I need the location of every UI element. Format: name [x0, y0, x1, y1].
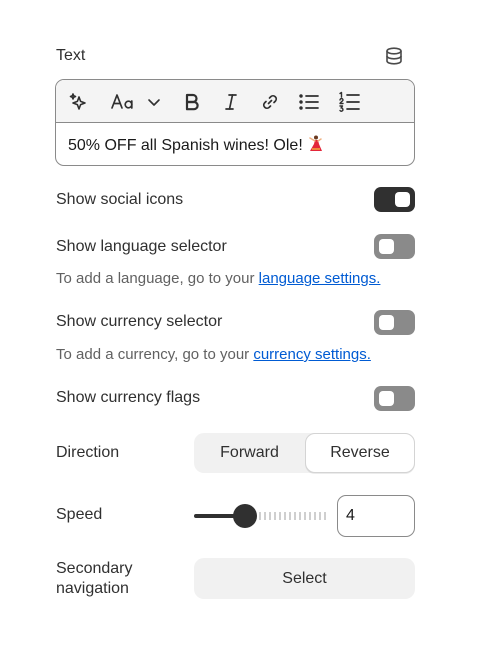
toggle-knob	[379, 239, 394, 254]
currency-help-prefix: To add a currency, go to your	[56, 346, 254, 363]
dancer-emoji	[307, 135, 323, 157]
secondary-navigation-select-button[interactable]: Select	[194, 558, 415, 599]
text-field-label: Text	[56, 47, 86, 64]
secondary-navigation-label: Secondary navigation	[56, 560, 133, 597]
speed-slider[interactable]	[194, 503, 328, 529]
toggle-knob	[379, 391, 394, 406]
language-selector-label: Show language selector	[56, 238, 227, 255]
link-icon[interactable]	[258, 90, 282, 114]
sparkle-icon[interactable]	[66, 90, 90, 114]
social-icons-label: Show social icons	[56, 191, 184, 208]
speed-input[interactable]	[337, 495, 415, 537]
speed-label: Speed	[56, 506, 103, 523]
direction-reverse-option[interactable]: Reverse	[305, 433, 415, 473]
currency-help-text: To add a currency, go to your currency s…	[56, 346, 371, 363]
currency-flags-label: Show currency flags	[56, 389, 201, 406]
editor-content[interactable]: 50% OFF all Spanish wines! Ole!	[68, 135, 323, 157]
language-selector-toggle[interactable]	[374, 234, 415, 259]
language-help-prefix: To add a language, go to your	[56, 270, 259, 287]
rich-text-editor: 50% OFF all Spanish wines! Ole!	[55, 79, 415, 166]
social-icons-toggle[interactable]	[374, 187, 415, 212]
language-help-text: To add a language, go to your language s…	[56, 270, 380, 287]
language-settings-link[interactable]: language settings.	[259, 270, 381, 287]
currency-settings-link[interactable]: currency settings.	[253, 346, 371, 363]
numbered-list-icon[interactable]	[337, 90, 361, 114]
slider-thumb[interactable]	[233, 504, 257, 528]
bullet-list-icon[interactable]	[297, 90, 321, 114]
toggle-knob	[395, 192, 410, 207]
direction-segmented-control: Forward Reverse	[194, 433, 415, 473]
currency-selector-label: Show currency selector	[56, 313, 223, 330]
currency-selector-toggle[interactable]	[374, 310, 415, 335]
editor-text: 50% OFF all Spanish wines! Ole!	[68, 137, 303, 154]
chevron-down-icon[interactable]	[142, 90, 166, 114]
direction-label: Direction	[56, 444, 120, 461]
italic-icon[interactable]	[219, 90, 243, 114]
database-icon[interactable]	[384, 46, 404, 66]
direction-forward-option[interactable]: Forward	[194, 433, 305, 473]
currency-flags-toggle[interactable]	[374, 386, 415, 411]
editor-toolbar	[56, 80, 414, 123]
toggle-knob	[379, 315, 394, 330]
slider-track	[259, 512, 328, 520]
bold-icon[interactable]	[180, 90, 204, 114]
font-size-icon[interactable]	[109, 90, 137, 114]
